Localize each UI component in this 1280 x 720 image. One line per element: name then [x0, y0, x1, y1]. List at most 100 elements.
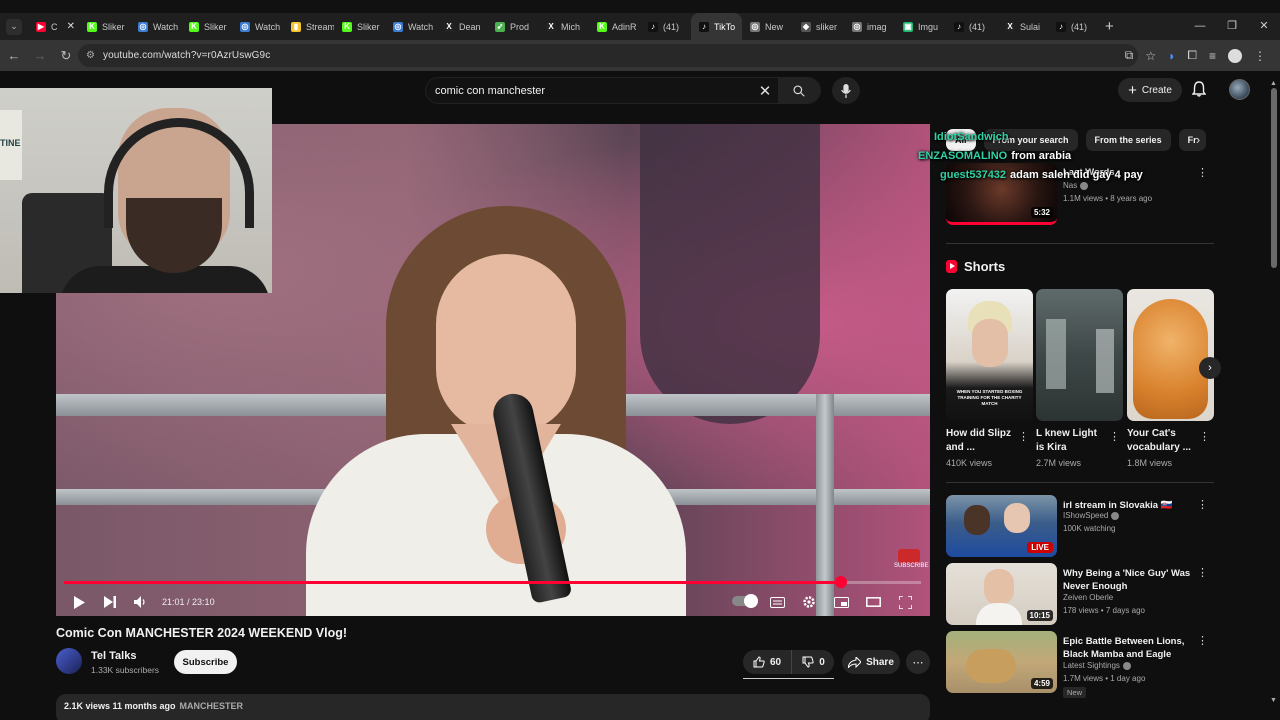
progress-bar[interactable] — [64, 576, 921, 588]
browser-tab[interactable]: ➶ Prod — [487, 13, 538, 40]
fullscreen-button[interactable] — [894, 591, 916, 613]
volume-button[interactable] — [129, 591, 151, 613]
install-icon[interactable]: ⧉ — [1125, 48, 1134, 63]
browser-tab[interactable]: ◎ Watch — [232, 13, 283, 40]
site-info-icon[interactable]: ⚙ — [86, 50, 95, 61]
browser-tab[interactable]: ♪ (41) — [640, 13, 691, 40]
description-box[interactable]: 2.1K views 11 months ago MANCHESTER — [56, 694, 930, 720]
more-options-icon[interactable]: ⋮ — [1197, 566, 1208, 579]
bookmark-star-icon[interactable]: ☆ — [1145, 49, 1156, 63]
more-options-icon[interactable]: ⋮ — [1197, 166, 1208, 179]
search-input[interactable] — [426, 78, 752, 103]
browser-tab[interactable]: ♪ TikTo — [691, 13, 742, 40]
related-video[interactable]: 4:59 Epic Battle Between Lions, Black Ma… — [946, 631, 1216, 698]
short-title[interactable]: How did Slipz and ... — [946, 427, 1016, 455]
related-title[interactable]: Epic Battle Between Lions, Black Mamba a… — [1063, 635, 1195, 661]
channel-name[interactable]: Tel Talks — [91, 650, 136, 662]
short-thumbnail[interactable]: WHEN YOU STARTED BOXING TRAINING FOR THE… — [946, 289, 1033, 421]
browser-tab[interactable]: ▶ C ✕ — [28, 13, 79, 40]
short-title[interactable]: L knew Light is Kira — [1036, 427, 1106, 455]
minimize-icon[interactable]: — — [1184, 13, 1216, 40]
more-options-icon[interactable]: ⋮ — [1109, 430, 1120, 443]
settings-button[interactable] — [798, 591, 820, 613]
url-text[interactable]: youtube.com/watch?v=r0AzrUswG9c — [103, 50, 270, 61]
close-icon[interactable]: ✕ — [1248, 13, 1280, 40]
extensions-puzzle-icon[interactable]: ⧠ — [1187, 48, 1197, 63]
subscribe-button[interactable]: Subscribe — [174, 650, 237, 674]
next-button[interactable] — [99, 591, 121, 613]
forward-icon[interactable]: → — [28, 48, 52, 63]
more-actions-button[interactable]: ⋯ — [906, 650, 930, 674]
dislike-button[interactable]: 0 — [793, 650, 834, 674]
scroll-down-icon[interactable]: ▼ — [1270, 697, 1277, 704]
browser-tab[interactable]: ◎ Watch — [130, 13, 181, 40]
browser-tab[interactable]: ◎ imag — [844, 13, 895, 40]
hashtag[interactable]: MANCHESTER — [180, 701, 244, 711]
more-options-icon[interactable]: ⋮ — [1197, 498, 1208, 511]
chevron-right-icon[interactable]: › — [1188, 130, 1208, 150]
restore-icon[interactable]: ❐ — [1216, 13, 1248, 40]
like-button[interactable]: 60 — [743, 650, 792, 674]
profile-avatar[interactable] — [1228, 48, 1242, 63]
related-thumbnail[interactable]: 4:59 — [946, 631, 1057, 693]
create-button[interactable]: + Create — [1118, 78, 1182, 102]
browser-tab[interactable]: ◆ sliker — [793, 13, 844, 40]
account-avatar[interactable] — [1229, 79, 1250, 100]
gear-icon — [803, 596, 815, 608]
more-options-icon[interactable]: ⋮ — [1018, 430, 1029, 443]
browser-tab[interactable]: K AdinR — [589, 13, 640, 40]
short-thumbnail[interactable] — [1036, 289, 1123, 421]
short-title[interactable]: Your Cat's vocabulary ... — [1127, 427, 1197, 455]
voice-search-button[interactable] — [832, 77, 860, 104]
scroll-up-icon[interactable]: ▲ — [1270, 80, 1277, 87]
clear-search-icon[interactable]: ✕ — [752, 82, 778, 100]
extension-icon[interactable]: ◗ — [1168, 49, 1175, 63]
browser-tab[interactable]: ▣ Imgu — [895, 13, 946, 40]
related-thumbnail[interactable]: 10:15 — [946, 563, 1057, 625]
tab-favicon-icon: ▮ — [291, 21, 301, 32]
channel-avatar[interactable] — [56, 648, 82, 674]
miniplayer-button[interactable] — [830, 591, 852, 613]
theater-mode-button[interactable] — [862, 591, 884, 613]
more-options-icon[interactable]: ⋮ — [1199, 430, 1210, 443]
share-button[interactable]: Share — [842, 650, 900, 674]
short-thumbnail[interactable] — [1127, 289, 1214, 421]
subscribe-watermark[interactable]: SUBSCRIBE — [894, 549, 929, 571]
related-channel[interactable]: Zeiven Oberle — [1063, 593, 1113, 602]
related-thumbnail[interactable]: LIVE — [946, 495, 1057, 557]
related-channel[interactable]: Latest Sightings — [1063, 661, 1131, 670]
browser-tab[interactable]: ♪ (41) — [946, 13, 997, 40]
browser-tab[interactable]: K Sliker — [79, 13, 130, 40]
related-video[interactable]: 10:15 Why Being a 'Nice Guy' Was Never E… — [946, 563, 1216, 627]
new-tab-button[interactable]: + — [1105, 18, 1114, 35]
shorts-next-button[interactable]: › — [1199, 357, 1221, 379]
browser-tab[interactable]: ◎ New — [742, 13, 793, 40]
related-video[interactable]: LIVE irl stream in Slovakia 🇸🇰 IShowSpee… — [946, 495, 1216, 559]
more-options-icon[interactable]: ⋮ — [1197, 634, 1208, 647]
notifications-button[interactable] — [1191, 81, 1207, 102]
play-button[interactable] — [68, 591, 90, 613]
browser-tab[interactable]: X Dean — [436, 13, 487, 40]
browser-tab[interactable]: ◎ Watch — [385, 13, 436, 40]
tab-search-button[interactable]: ⌄ — [6, 18, 22, 35]
video-duration: 10:15 — [1026, 610, 1053, 621]
tab-favicon-icon: ◎ — [393, 21, 403, 32]
omnibox[interactable]: ⚙ youtube.com/watch?v=r0AzrUswG9c — [78, 44, 1138, 67]
media-controls-icon[interactable]: ≡ — [1209, 49, 1216, 63]
browser-tab[interactable]: X Mich — [538, 13, 589, 40]
subtitles-button[interactable] — [766, 591, 788, 613]
browser-tab[interactable]: K Sliker — [181, 13, 232, 40]
browser-tab[interactable]: ♪ (41) — [1048, 13, 1099, 40]
related-channel[interactable]: IShowSpeed — [1063, 511, 1120, 520]
tab-close-icon[interactable]: ✕ — [67, 21, 75, 32]
reload-icon[interactable]: ↻ — [54, 48, 78, 64]
back-icon[interactable]: ← — [2, 48, 26, 63]
search-button[interactable] — [778, 78, 820, 103]
browser-tab[interactable]: ▮ Stream — [283, 13, 334, 40]
browser-menu-icon[interactable]: ⋮ — [1254, 49, 1266, 63]
browser-tab[interactable]: X Sulai — [997, 13, 1048, 40]
related-title[interactable]: Why Being a 'Nice Guy' Was Never Enough — [1063, 567, 1195, 593]
browser-tab[interactable]: K Sliker — [334, 13, 385, 40]
autoplay-toggle[interactable] — [732, 594, 758, 608]
page-scrollbar[interactable] — [1271, 88, 1277, 268]
